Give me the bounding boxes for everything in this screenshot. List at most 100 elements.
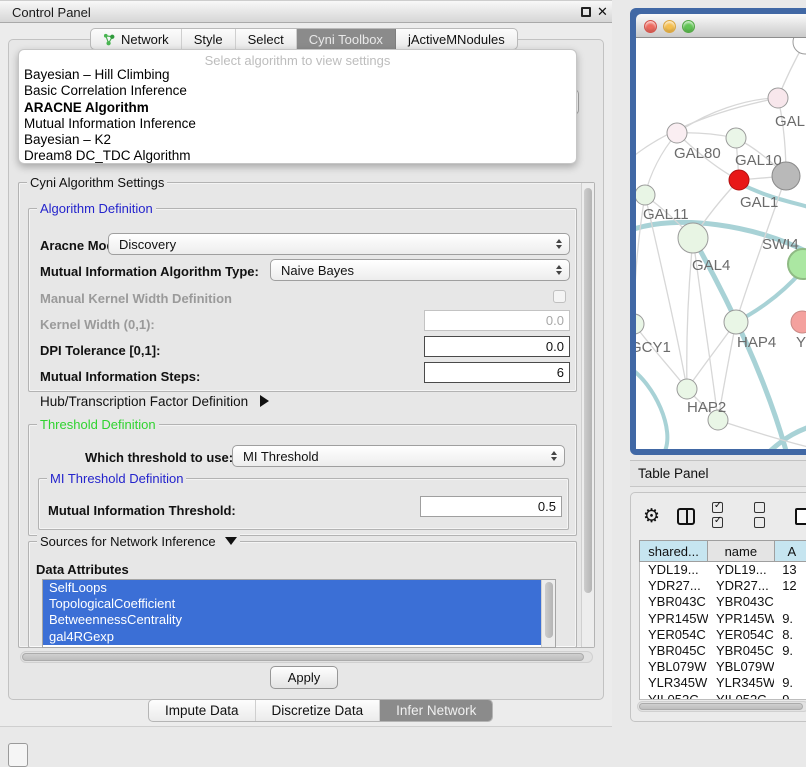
settings-hscrollbar-track[interactable] [20, 651, 593, 663]
table-cell: YBR043C [708, 594, 774, 610]
collapse-down-icon[interactable] [225, 537, 237, 545]
algorithm-option[interactable]: Bayesian – Hill Climbing [19, 67, 576, 83]
tab-network[interactable]: Network [91, 29, 182, 49]
settings-hscrollbar-thumb[interactable] [22, 653, 584, 661]
table-column-header[interactable]: shared... [640, 541, 708, 561]
algorithm-option[interactable]: Mutual Information Inference [19, 116, 576, 132]
control-panel-window: Control Panel ✕ Network Style SelectCyni T… [0, 0, 612, 727]
control-panel-title: Control Panel [12, 5, 91, 20]
network-node[interactable] [636, 185, 655, 205]
deselect-all-columns-icon[interactable] [754, 501, 779, 531]
bottom-tab-infer-network[interactable]: Infer Network [380, 700, 492, 721]
tab-style[interactable]: Style [182, 29, 236, 49]
mac-minimize-icon[interactable] [663, 20, 676, 33]
table-row[interactable]: YIL052CYIL052C9 [640, 692, 806, 701]
columns-icon[interactable] [677, 508, 695, 525]
tab-jactivemnodules[interactable]: jActiveMNodules [396, 29, 517, 49]
settings-scrollbar-track[interactable] [581, 183, 594, 647]
table-row[interactable]: YLR345WYLR345W9. [640, 675, 806, 691]
network-view-window[interactable]: GALGAL80GAL10GAL1GAL11GAL4SWI4HAP4YGCY1H… [630, 8, 806, 455]
data-attribute-item[interactable]: SelfLoops [43, 580, 555, 596]
aracne-mode-combo[interactable]: Discovery [108, 233, 570, 255]
cyni-settings-frame-title: Cyni Algorithm Settings [27, 175, 167, 190]
network-node[interactable] [726, 128, 746, 148]
mi-algorithm-type-combo[interactable]: Naive Bayes [270, 259, 570, 281]
which-threshold-combo[interactable]: MI Threshold [232, 445, 565, 467]
table-cell: 9 [774, 692, 806, 701]
tab-select[interactable]: Select [236, 29, 297, 49]
network-graph[interactable]: GALGAL80GAL10GAL1GAL11GAL4SWI4HAP4YGCY1H… [636, 38, 806, 449]
aracne-mode-value: Discovery [109, 237, 556, 252]
expand-right-icon[interactable] [260, 395, 269, 407]
control-panel-titlebar[interactable]: Control Panel ✕ [0, 0, 612, 23]
algorithm-definition-title: Algorithm Definition [37, 201, 156, 216]
bottom-tab-impute-data[interactable]: Impute Data [149, 700, 256, 721]
data-attributes-list[interactable]: SelfLoopsTopologicalCoefficientBetweenne… [42, 579, 556, 648]
table-hscrollbar-track[interactable] [637, 701, 806, 712]
table-row[interactable]: YDR27...YDR27...12 [640, 578, 806, 594]
select-all-columns-icon[interactable] [712, 501, 737, 531]
mi-steps-field[interactable]: 6 [424, 362, 570, 383]
mac-zoom-icon[interactable] [682, 20, 695, 33]
data-attribute-item[interactable]: TopologicalCoefficient [43, 596, 555, 612]
mi-threshold-field[interactable]: 0.5 [420, 496, 562, 517]
dpi-tolerance-field[interactable]: 0.0 [424, 336, 570, 357]
table-row[interactable]: YBL079WYBL079W [640, 659, 806, 675]
network-node[interactable] [678, 223, 708, 253]
close-window-icon[interactable]: ✕ [597, 4, 608, 20]
tab-cyni-toolbox[interactable]: Cyni Toolbox [297, 29, 396, 49]
network-edge[interactable] [677, 98, 778, 133]
kernel-width-field[interactable]: 0.0 [424, 310, 570, 331]
network-node[interactable] [667, 123, 687, 143]
node-table[interactable]: shared...nameA YDL19...YDL19...13YDR27..… [639, 540, 806, 700]
data-attribute-item[interactable]: BetweennessCentrality [43, 612, 555, 628]
table-cell: YBR045C [708, 643, 774, 659]
network-edge[interactable] [636, 368, 667, 449]
tab-label: Style [194, 32, 223, 47]
algorithm-option[interactable]: ARACNE Algorithm [19, 100, 576, 116]
table-row[interactable]: YPR145WYPR145W9. [640, 611, 806, 627]
apply-button[interactable]: Apply [270, 666, 338, 689]
gear-icon[interactable]: ⚙ [643, 507, 660, 526]
network-node[interactable] [791, 311, 806, 333]
threshold-definition-title: Threshold Definition [37, 417, 159, 432]
document-icon[interactable] [795, 508, 806, 525]
hub-definition-expander[interactable]: Hub/Transcription Factor Definition [40, 394, 269, 409]
network-node[interactable] [793, 38, 806, 54]
combo-stepper-icon [551, 451, 557, 461]
manual-kernel-label: Manual Kernel Width Definition [40, 291, 232, 306]
network-node[interactable] [729, 170, 749, 190]
settings-scrollbar-thumb[interactable] [584, 188, 592, 593]
table-row[interactable]: YER054CYER054C8. [640, 627, 806, 643]
table-row[interactable]: YBR043CYBR043C [640, 594, 806, 610]
network-node[interactable] [636, 314, 644, 334]
table-cell: YDR27... [640, 578, 708, 594]
table-hscrollbar-thumb[interactable] [639, 703, 803, 710]
hub-definition-label: Hub/Transcription Factor Definition [40, 394, 248, 409]
network-node[interactable] [677, 379, 697, 399]
mac-close-icon[interactable] [644, 20, 657, 33]
table-row[interactable]: YDL19...YDL19...13 [640, 562, 806, 578]
bottom-tab-discretize-data[interactable]: Discretize Data [256, 700, 381, 721]
network-canvas[interactable]: GALGAL80GAL10GAL1GAL11GAL4SWI4HAP4YGCY1H… [636, 38, 806, 449]
table-column-header[interactable]: name [708, 541, 774, 561]
table-column-header[interactable]: A [775, 541, 806, 561]
table-row[interactable]: YBR045CYBR045C9. [640, 643, 806, 659]
network-node[interactable] [788, 249, 806, 279]
table-panel-titlebar[interactable]: Table Panel [630, 460, 806, 487]
manual-kernel-checkbox[interactable] [553, 290, 566, 303]
attributes-scrollbar-thumb[interactable] [545, 582, 553, 638]
network-node[interactable] [724, 310, 748, 334]
network-node[interactable] [768, 88, 788, 108]
data-attribute-item[interactable]: gal4RGexp [43, 629, 555, 645]
table-cell: 13 [774, 562, 806, 578]
table-cell: YIL052C [640, 692, 708, 701]
network-window-titlebar[interactable] [636, 14, 806, 38]
algorithm-option[interactable]: Dream8 DC_TDC Algorithm [19, 148, 576, 164]
algorithm-option[interactable]: Bayesian – K2 [19, 132, 576, 148]
attributes-scrollbar-track[interactable] [541, 580, 555, 647]
minimized-panel-icon[interactable] [8, 743, 28, 767]
algorithm-option[interactable]: Basic Correlation Inference [19, 83, 576, 99]
network-node-label: SWI4 [762, 236, 799, 253]
float-window-icon[interactable] [581, 7, 591, 17]
